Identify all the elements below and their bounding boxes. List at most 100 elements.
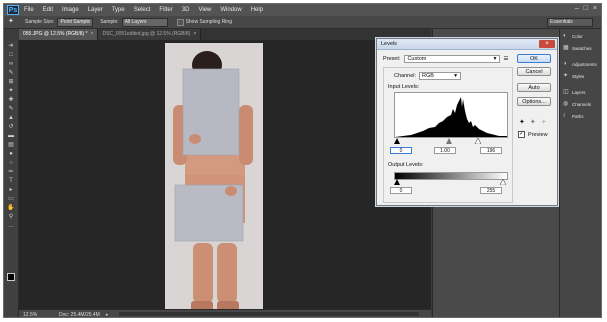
sample-size-select[interactable]: Point Sample: [57, 17, 94, 27]
panel-swatches[interactable]: ▦ Swatches: [563, 43, 601, 53]
color-panel-icon: ◐: [563, 33, 567, 39]
cancel-button[interactable]: Cancel: [517, 67, 551, 76]
output-white-field[interactable]: 255: [480, 187, 502, 194]
tab-label: 055.JPG @ 12.5% (RGB/8) *: [23, 31, 88, 37]
menu-help[interactable]: Help: [251, 7, 263, 13]
panel-styles[interactable]: ✦ Styles: [563, 71, 601, 81]
tab-document-1[interactable]: 055.JPG @ 12.5% (RGB/8) * ×: [19, 29, 99, 40]
paths-panel-icon: ≀: [563, 113, 566, 119]
gray-point-eyedropper-icon[interactable]: ✦: [530, 118, 536, 126]
channel-label: Channel:: [394, 73, 417, 79]
minimize-icon[interactable]: –: [575, 5, 579, 12]
history-brush-icon[interactable]: ↺: [6, 123, 16, 131]
panel-label: Styles: [572, 73, 585, 79]
healing-brush-icon[interactable]: ✚: [6, 96, 16, 104]
dialog-close-button[interactable]: ×: [539, 40, 555, 48]
output-white-handle: [499, 178, 507, 186]
zoom-level[interactable]: 12.5%: [23, 312, 47, 318]
checkmark-icon: ✓: [519, 131, 525, 137]
preset-select[interactable]: Custom ▼: [404, 55, 501, 63]
preset-options-icon[interactable]: ☰: [503, 56, 508, 62]
zoom-tool-icon[interactable]: ⚲: [6, 213, 16, 221]
tab-document-2[interactable]: DSC_0051edited.jpg @ 12.5% (RGB/8) ×: [98, 29, 202, 40]
document-canvas[interactable]: [19, 40, 431, 309]
blur-tool-icon[interactable]: ●: [6, 150, 16, 158]
menu-window[interactable]: Window: [220, 7, 241, 13]
options-bar: ✦ Sample Size: Point Sample Sample: All …: [4, 16, 601, 29]
hand-tool-icon[interactable]: ✋: [6, 204, 16, 212]
panel-adjustments[interactable]: ◑ Adjustments: [563, 59, 601, 69]
menu-type[interactable]: Type: [112, 7, 125, 13]
menu-file[interactable]: File: [24, 7, 34, 13]
tab-label: DSC_0051edited.jpg @ 12.5% (RGB/8): [102, 31, 191, 37]
input-levels-slider[interactable]: [394, 137, 506, 145]
close-icon[interactable]: ×: [593, 5, 597, 12]
tools-panel: ➔ □ ∞ ✎ ⊞ ✦ ✚ ✎ ▲ ↺ ▬ ▤ ● ○ ✏ T ▸ ▭ ✋ ⚲ …: [4, 41, 19, 317]
app-logo: Ps: [7, 5, 19, 15]
show-sampling-ring-label: Show Sampling Ring: [185, 19, 232, 25]
input-gamma-field[interactable]: 1.00: [434, 147, 456, 154]
crop-tool-icon[interactable]: ⊞: [6, 78, 16, 86]
clone-stamp-icon[interactable]: ▲: [6, 114, 16, 122]
lasso-tool-icon[interactable]: ∞: [6, 60, 16, 68]
eyedropper-icon[interactable]: ✦: [6, 87, 16, 95]
dialog-titlebar[interactable]: Levels ×: [377, 39, 557, 50]
output-black-handle: [394, 179, 400, 185]
menu-layer[interactable]: Layer: [88, 7, 103, 13]
pen-tool-icon[interactable]: ✏: [6, 168, 16, 176]
panel-color[interactable]: ◐ Color: [563, 31, 601, 41]
dodge-tool-icon[interactable]: ○: [6, 159, 16, 167]
path-select-icon[interactable]: ▸: [6, 186, 16, 194]
auto-button[interactable]: Auto: [517, 83, 551, 92]
move-tool-icon[interactable]: ➔: [6, 42, 16, 50]
workspace-select[interactable]: Essentials: [547, 17, 593, 27]
panel-layers[interactable]: ◫ Layers: [563, 87, 601, 97]
input-white-field[interactable]: 196: [480, 147, 502, 154]
menu-image[interactable]: Image: [62, 7, 79, 13]
close-icon[interactable]: ×: [193, 31, 196, 37]
levels-group: Channel: RGB ▼ Input Levels: 0 1.00 196 …: [383, 67, 513, 203]
quick-select-tool-icon[interactable]: ✎: [6, 69, 16, 77]
channel-select[interactable]: RGB ▼: [419, 72, 462, 80]
marquee-tool-icon[interactable]: □: [6, 51, 16, 59]
type-tool-icon[interactable]: T: [6, 177, 16, 185]
output-black-field[interactable]: 0: [390, 187, 412, 194]
panel-channels[interactable]: ◍ Channels: [563, 99, 601, 109]
maximize-icon[interactable]: □: [584, 5, 588, 12]
preview-checkbox[interactable]: ✓: [518, 131, 525, 138]
window-controls: – □ ×: [575, 5, 597, 12]
preview-label: Preview: [528, 131, 548, 138]
input-black-handle: [394, 138, 400, 144]
menu-3d[interactable]: 3D: [182, 7, 190, 13]
input-black-field[interactable]: 0: [390, 147, 412, 154]
panel-paths[interactable]: ≀ Paths: [563, 111, 601, 121]
show-sampling-ring-checkbox[interactable]: [176, 18, 184, 26]
white-point-eyedropper-icon[interactable]: ✦: [541, 118, 547, 126]
panel-label: Color: [572, 33, 583, 39]
horizontal-scrollbar[interactable]: [119, 312, 419, 316]
menu-select[interactable]: Select: [134, 7, 151, 13]
status-menu-arrow-icon[interactable]: ▸: [106, 312, 109, 318]
eraser-tool-icon[interactable]: ▬: [6, 132, 16, 140]
menu-bar: Ps File Edit Image Layer Type Select Fil…: [4, 4, 601, 16]
close-icon[interactable]: ×: [91, 31, 94, 37]
ok-button[interactable]: OK: [517, 54, 551, 63]
options-button[interactable]: Options...: [517, 97, 551, 106]
gradient-tool-icon[interactable]: ▤: [6, 141, 16, 149]
preset-row: Preset: Custom ▼ ☰: [383, 55, 508, 63]
eyedropper-tool-icon[interactable]: ✦: [8, 18, 18, 26]
styles-panel-icon: ✦: [563, 73, 569, 79]
more-tools-icon[interactable]: …: [6, 222, 16, 230]
black-point-eyedropper-icon[interactable]: ✦: [519, 118, 525, 126]
menu-view[interactable]: View: [198, 7, 211, 13]
foreground-color-swatch[interactable]: [7, 273, 15, 281]
swatches-panel-icon: ▦: [563, 45, 569, 51]
output-levels-slider[interactable]: [394, 178, 507, 186]
input-white-handle: [474, 137, 482, 145]
brush-tool-icon[interactable]: ✎: [6, 105, 16, 113]
sample-select[interactable]: All Layers: [121, 17, 168, 27]
menu-edit[interactable]: Edit: [43, 7, 53, 13]
shape-tool-icon[interactable]: ▭: [6, 195, 16, 203]
panel-label: Layers: [572, 89, 586, 95]
menu-filter[interactable]: Filter: [159, 7, 172, 13]
